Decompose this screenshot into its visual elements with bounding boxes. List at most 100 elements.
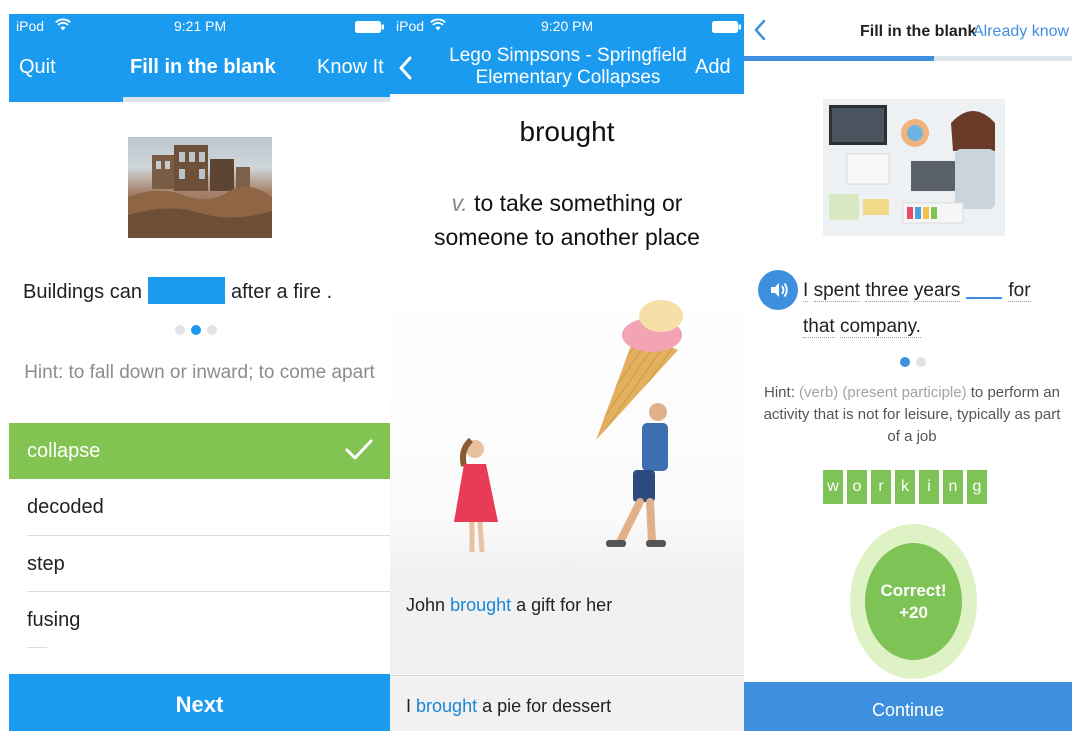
speaker-icon	[771, 282, 788, 298]
quit-button[interactable]: Quit	[19, 56, 56, 79]
hint-label: Hint:	[764, 384, 795, 401]
example-sentence: I brought a pie for dessert	[406, 696, 611, 717]
status-time: 9:21 PM	[174, 18, 227, 34]
option-label: decoded	[27, 496, 104, 518]
option-label: fusing	[27, 609, 81, 631]
chevron-left-icon[interactable]	[754, 19, 766, 41]
letter-tile[interactable]: w	[823, 470, 843, 504]
sentence-word[interactable]: that	[803, 316, 835, 338]
header-bar: iPod 9:21 PM Quit Fill in the blank Know…	[9, 14, 390, 100]
sentence-word[interactable]: I	[803, 280, 809, 302]
question-sentence: that company.	[803, 316, 921, 338]
already-know-button[interactable]: Already know	[973, 23, 1069, 41]
sentence-before: Buildings can	[23, 281, 142, 303]
device-label: iPod	[16, 18, 45, 34]
title-line: Lego Simpsons - Springfield	[449, 45, 687, 66]
hint-line: of a job	[887, 428, 937, 445]
highlighted-word: brought	[416, 696, 478, 716]
desk-photo	[823, 99, 1005, 236]
progress-bar	[744, 56, 1072, 61]
word-detail-screen: iPod 9:20 PM Lego Simpsons - Springfield…	[390, 0, 744, 731]
page-title: Lego Simpsons - Springfield Elementary C…	[430, 45, 706, 89]
sentence-word[interactable]: for	[1008, 280, 1031, 302]
letter-tile[interactable]: r	[871, 470, 891, 504]
add-button[interactable]: Add	[695, 56, 731, 79]
page-title: Fill in the blank	[130, 56, 276, 78]
chevron-left-icon[interactable]	[398, 56, 412, 80]
sentence-after: after a fire .	[230, 281, 333, 303]
pager-dot	[916, 357, 926, 367]
hint-text: Hint: to fall down or inward; to come ap…	[24, 362, 375, 383]
illustration-photo	[390, 290, 744, 574]
option-label: collapse	[27, 440, 101, 462]
letter-tile[interactable]: k	[895, 470, 915, 504]
callout-pointer	[545, 556, 589, 576]
example-text: a gift for her	[516, 595, 613, 615]
example-text: I	[406, 696, 412, 716]
letter-tile[interactable]: g	[967, 470, 987, 504]
fill-blank-screen-2: Fill in the blank Already know I spent t…	[744, 0, 1072, 731]
highlighted-word: brought	[450, 595, 512, 615]
pager-dot	[175, 325, 185, 335]
letter-tile[interactable]: i	[919, 470, 939, 504]
vocab-word: brought	[519, 116, 615, 147]
option-decoded[interactable]: decoded	[9, 479, 390, 535]
sentence-word[interactable]: spent	[813, 280, 861, 302]
next-button[interactable]: Next	[9, 674, 390, 731]
pager-dot	[900, 357, 910, 367]
ruins-photo	[128, 137, 272, 238]
hint-line: to perform an	[970, 384, 1060, 401]
example-sentence: John brought a gift for her	[406, 595, 612, 616]
pager-dot	[207, 325, 217, 335]
device-label: iPod	[396, 18, 425, 34]
answer-blank	[966, 279, 1003, 299]
know-it-button[interactable]: Know It	[317, 56, 384, 79]
option-label: step	[27, 553, 65, 575]
hint-grammar: (verb) (present participle)	[799, 384, 967, 401]
letter-tile[interactable]: n	[943, 470, 963, 504]
progress-fill	[744, 56, 935, 61]
result-text: Correct!	[880, 581, 947, 600]
part-of-speech: v.	[451, 190, 468, 216]
progress-bar	[9, 97, 390, 102]
speaker-button[interactable]	[758, 270, 798, 310]
pager-dots	[175, 325, 217, 335]
progress-fill	[9, 97, 124, 102]
letter-tile[interactable]: o	[847, 470, 867, 504]
continue-button[interactable]: Continue	[744, 682, 1072, 731]
wifi-icon	[55, 18, 71, 31]
question-sentence: Buildings can after a fire .	[23, 277, 332, 304]
correct-badge: Correct! +20	[865, 543, 962, 660]
example-card[interactable]: John brought a gift for her	[390, 574, 744, 674]
pager-dots	[900, 357, 926, 367]
battery-icon	[712, 21, 741, 33]
option-collapse[interactable]: collapse	[9, 423, 390, 479]
divider	[27, 647, 47, 648]
option-step[interactable]: step	[9, 536, 390, 592]
pager-dot	[191, 325, 201, 335]
page-title: Fill in the blank	[860, 23, 977, 40]
title-line: Elementary Collapses	[475, 67, 661, 88]
example-text: a pie for dessert	[482, 696, 612, 716]
option-fusing[interactable]: fusing	[9, 592, 390, 648]
status-time: 9:20 PM	[541, 18, 594, 34]
hint-line: activity that is not for leisure, typica…	[763, 406, 1061, 423]
answer-letter-tiles: w o r k i n g	[823, 470, 987, 504]
status-bar	[744, 0, 1072, 14]
question-sentence: I spent three years for	[803, 279, 1031, 302]
points-text: +20	[899, 603, 928, 622]
definition-line: someone to another place	[434, 224, 700, 250]
hint-text: Hint: (verb) (present participle) to per…	[760, 382, 1064, 448]
example-card[interactable]: I brought a pie for dessert	[390, 676, 744, 731]
wifi-icon	[430, 18, 446, 31]
fill-blank-screen-1: iPod 9:21 PM Quit Fill in the blank Know…	[9, 0, 390, 731]
definition-line: to take something or	[474, 190, 683, 216]
sentence-word[interactable]: company.	[839, 316, 921, 338]
sentence-word[interactable]: three	[865, 280, 909, 302]
header-bar: Fill in the blank Already know	[744, 14, 1072, 56]
battery-icon	[355, 21, 384, 33]
checkmark-icon	[345, 439, 373, 460]
sentence-word[interactable]: years	[913, 280, 961, 302]
answer-blank	[147, 277, 225, 304]
header-bar: iPod 9:20 PM Lego Simpsons - Springfield…	[390, 14, 744, 94]
